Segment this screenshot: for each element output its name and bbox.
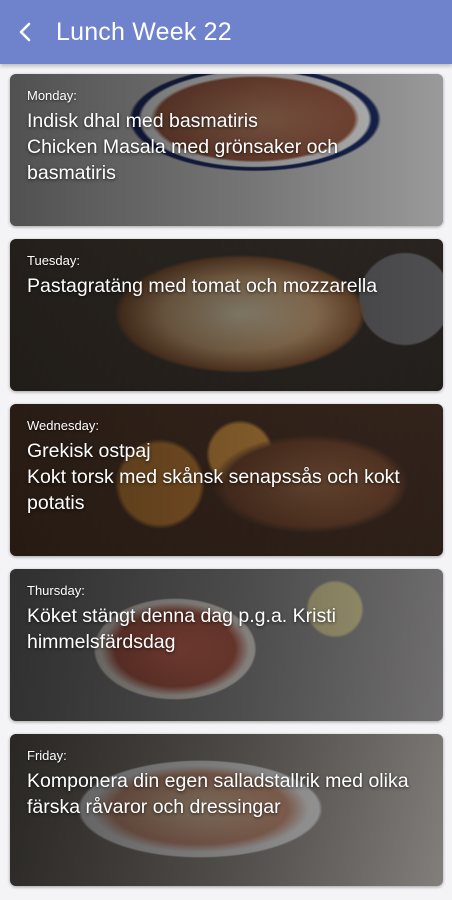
day-card-friday[interactable]: Friday: Komponera din egen salladstallri… (10, 734, 443, 886)
day-label: Tuesday: (27, 253, 80, 268)
dish-item: Kokt torsk med skånsk senapssås och kokt… (27, 466, 400, 514)
dish-item: Chicken Masala med grönsaker och basmati… (27, 136, 339, 184)
day-label: Thursday: (27, 583, 85, 598)
dish-item: Grekisk ostpaj (27, 440, 151, 462)
app-bar: Lunch Week 22 (0, 0, 452, 64)
day-label: Wednesday: (27, 418, 100, 433)
arrow-back-icon (19, 22, 31, 42)
day-card-tuesday[interactable]: Tuesday: Pastagratäng med tomat och mozz… (10, 239, 443, 391)
back-button[interactable] (6, 12, 46, 52)
day-card-monday[interactable]: Monday: Indisk dhal med basmatiris Chick… (10, 74, 443, 226)
dish-item: Köket stängt denna dag p.g.a. Kristi him… (27, 605, 336, 653)
day-label: Monday: (27, 88, 77, 103)
lunch-menu-list: Monday: Indisk dhal med basmatiris Chick… (10, 74, 443, 899)
day-card-thursday[interactable]: Thursday: Köket stängt denna dag p.g.a. … (10, 569, 443, 721)
dish-item: Komponera din egen salladstallrik med ol… (27, 770, 409, 818)
day-label: Friday: (27, 748, 67, 763)
day-card-wednesday[interactable]: Wednesday: Grekisk ostpaj Kokt torsk med… (10, 404, 443, 556)
dish-item: Indisk dhal med basmatiris (27, 110, 258, 132)
page-title: Lunch Week 22 (56, 17, 232, 46)
dish-item: Pastagratäng med tomat och mozzarella (27, 275, 378, 297)
